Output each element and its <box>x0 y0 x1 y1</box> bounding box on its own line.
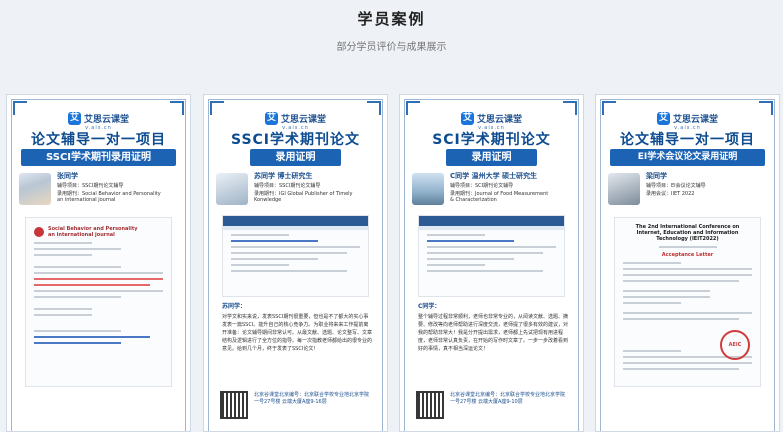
conference-stamp: AEIC <box>720 330 750 360</box>
card-headline: 论文辅导一对一项目 <box>620 132 755 148</box>
student-testimonial: 苏同学： 对学文和实来说，发表SSCI期刊很重要，但也是不了都大的实心事发表一篇… <box>222 301 373 353</box>
journal-brand: Social Behavior and Personality an intern… <box>34 226 163 238</box>
journal-logo-icon <box>34 227 44 237</box>
student-journal: 录用期刊：IGI Global Publisher of Timely <box>254 191 353 197</box>
card-headline: 论文辅导一对一项目 <box>31 132 166 148</box>
testimonial-text: 对学文和实来说，发表SSCI期刊很重要，但也是不了都大的实心事发表一篇SSCI。… <box>222 314 373 352</box>
card-footer: 北京谷课堂北京编号：北京联合学校专业地北京学院一号27号楼 云端大厦A座9-16… <box>220 387 377 431</box>
card-logo: 艾艾思云课堂 v.ais.cn <box>204 105 387 131</box>
brand-logo-icon: 艾 <box>656 112 670 125</box>
student-avatar <box>412 173 444 205</box>
card-logo: 艾艾思云课堂 v.ais.cn <box>596 105 779 131</box>
case-card-4[interactable]: 艾艾思云课堂 v.ais.cn 论文辅导一对一项目 EI学术会议论文录用证明 梁… <box>595 94 780 432</box>
student-project: 辅导项目：EI会议论文辅导 <box>646 183 706 189</box>
card-ribbon: EI学术会议论文录用证明 <box>610 149 765 166</box>
testimonial-name: 苏同学： <box>222 303 247 310</box>
student-info: 张同学 辅导项目：SSCI期刊论文辅导 录用期刊：Social Behavior… <box>19 171 180 213</box>
acceptance-letter-title: Acceptance Letter <box>661 252 714 258</box>
brand-logo-icon: 艾 <box>264 112 278 125</box>
conference-title: The 2nd International Conference on Inte… <box>635 224 740 242</box>
student-cases-section: 学员案例 部分学员评价与成果展示 艾艾思云课堂 v.ais.cn 论文辅导一对一… <box>0 0 783 432</box>
journal-brand-sub: an international journal <box>48 232 115 238</box>
brand-name: 艾思云课堂 <box>83 115 129 125</box>
brand-logo-icon: 艾 <box>460 112 474 125</box>
card-logo: 艾艾思云课堂 v.ais.cn <box>400 105 583 131</box>
student-avatar <box>19 173 51 205</box>
acceptance-document: Social Behavior and Personality an intern… <box>25 217 172 387</box>
student-project: 辅导项目：SSCI期刊论文辅导 <box>254 183 321 189</box>
student-name: 梁同学 <box>646 172 667 180</box>
qr-code-icon <box>416 391 444 419</box>
brand-name: 艾思云课堂 <box>672 115 718 125</box>
acceptance-screenshot <box>418 215 565 297</box>
card-headline: SSCI学术期刊论文 <box>230 132 361 148</box>
student-info: 梁同学 辅导项目：EI会议论文辅导 录用会议：IIET 2022 <box>608 171 769 213</box>
brand-name: 艾思云课堂 <box>476 115 522 125</box>
student-name: 苏同学 博士研究生 <box>254 172 313 180</box>
brand-name: 艾思云课堂 <box>280 115 326 125</box>
testimonial-text: 整个辅导过程非常顺利，老师也非常专业的，从阅读文献、选题、摘要、修改等向老师帮助… <box>418 314 569 352</box>
case-card-1[interactable]: 艾艾思云课堂 v.ais.cn 论文辅导一对一项目 SSCI学术期刊录用证明 张… <box>6 94 191 432</box>
office-address: 北京谷课堂北京编号：北京联合学校专业地北京学院一号27号楼 云端大厦A座9-16… <box>254 392 370 405</box>
student-info: 苏同学 博士研究生 辅导项目：SSCI期刊论文辅导 录用期刊：IGI Globa… <box>216 171 377 213</box>
card-ribbon: 录用证明 <box>446 149 537 166</box>
card-ribbon: 录用证明 <box>250 149 341 166</box>
student-testimonial: C同学： 整个辅导过程非常顺利，老师也非常专业的，从阅读文献、选题、摘要、修改等… <box>418 301 569 353</box>
student-journal-cont: an international journal <box>57 197 116 203</box>
student-info: C同学 温州大学 硕士研究生 辅导项目：SCI期刊论文辅导 录用期刊：Journ… <box>412 171 573 213</box>
student-journal-cont: Konwledge <box>254 197 282 203</box>
student-journal-cont: & Characterization <box>450 197 497 203</box>
case-card-3[interactable]: 艾艾思云课堂 v.ais.cn SCI学术期刊论文 录用证明 C同学 温州大学 … <box>399 94 584 432</box>
brand-logo-icon: 艾 <box>67 112 81 125</box>
student-journal: 录用期刊：Social Behavior and Personality <box>57 191 161 197</box>
case-cards: 艾艾思云课堂 v.ais.cn 论文辅导一对一项目 SSCI学术期刊录用证明 张… <box>6 94 782 432</box>
section-title: 学员案例 <box>357 10 426 28</box>
testimonial-name: C同学： <box>418 303 441 310</box>
student-journal: 录用期刊：Journal of Food Measurement <box>450 191 549 197</box>
qr-code-icon <box>220 391 248 419</box>
student-name: C同学 温州大学 硕士研究生 <box>450 172 538 180</box>
acceptance-screenshot <box>222 215 369 297</box>
card-logo: 艾艾思云课堂 v.ais.cn <box>7 105 190 131</box>
student-name: 张同学 <box>57 172 78 180</box>
student-project: 辅导项目：SCI期刊论文辅导 <box>450 183 514 189</box>
card-headline: SCI学术期刊论文 <box>432 132 551 148</box>
student-conference: 录用会议：IIET 2022 <box>646 191 695 197</box>
student-project: 辅导项目：SSCI期刊论文辅导 <box>57 183 124 189</box>
section-subtitle: 部分学员评价与成果展示 <box>336 42 447 53</box>
card-ribbon: SSCI学术期刊录用证明 <box>21 149 176 166</box>
student-avatar <box>608 173 640 205</box>
case-card-2[interactable]: 艾艾思云课堂 v.ais.cn SSCI学术期刊论文 录用证明 苏同学 博士研究… <box>203 94 388 432</box>
office-address: 北京谷课堂北京编号：北京联合学校专业地北京学院一号27号楼 云端大厦A座9-10… <box>450 392 566 405</box>
card-footer: 北京谷课堂北京编号：北京联合学校专业地北京学院一号27号楼 云端大厦A座9-10… <box>416 387 573 431</box>
acceptance-document: The 2nd International Conference on Inte… <box>614 217 761 387</box>
student-avatar <box>216 173 248 205</box>
